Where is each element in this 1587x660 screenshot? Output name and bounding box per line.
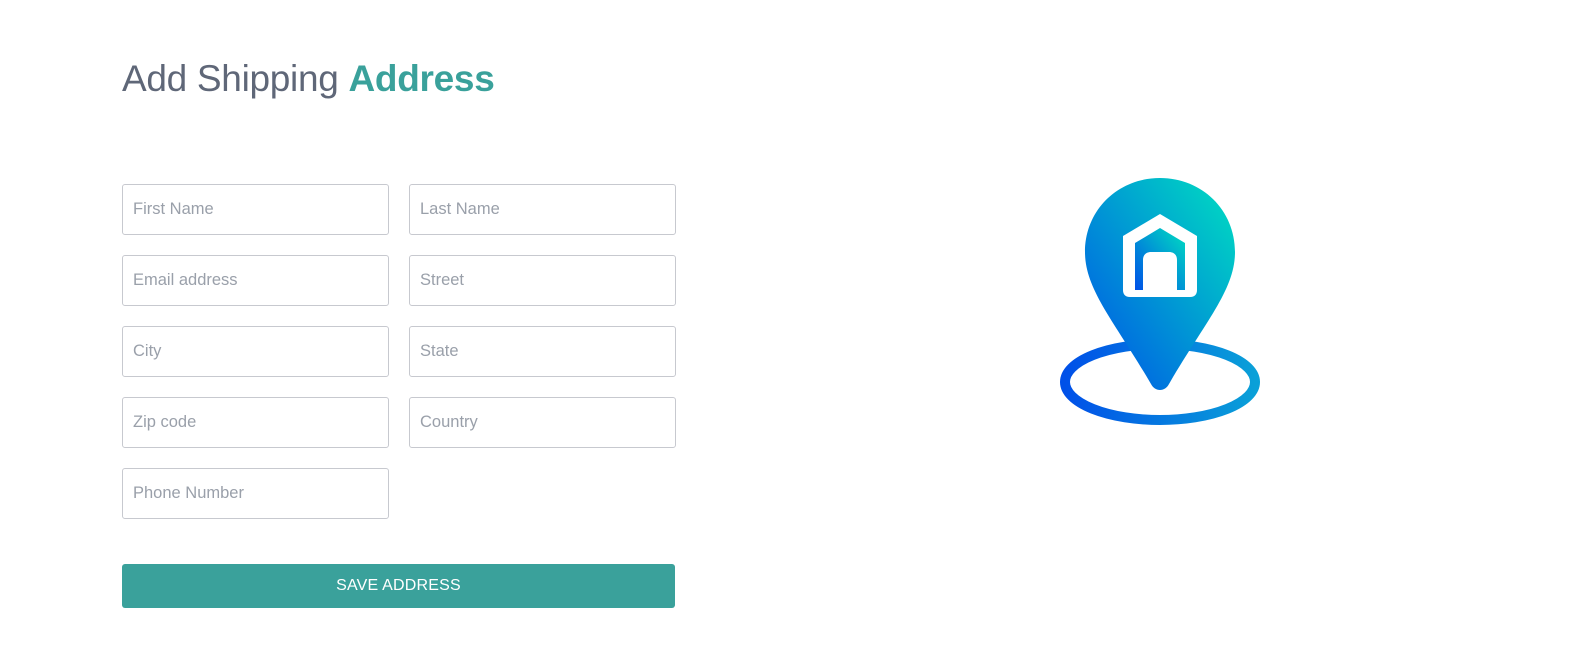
shipping-address-page: Add Shipping Address SAVE ADDRESS (0, 0, 1587, 660)
email-input[interactable] (122, 255, 389, 306)
save-address-button[interactable]: SAVE ADDRESS (122, 564, 675, 608)
form-row (122, 184, 676, 235)
location-pin-home-icon (1055, 172, 1265, 432)
country-input[interactable] (409, 397, 676, 448)
page-title-accent: Address (348, 58, 495, 99)
street-input[interactable] (409, 255, 676, 306)
last-name-input[interactable] (409, 184, 676, 235)
page-title: Add Shipping Address (122, 58, 495, 100)
form-row (122, 397, 676, 448)
phone-number-input[interactable] (122, 468, 389, 519)
shipping-address-form (122, 184, 676, 539)
form-row (122, 326, 676, 377)
zip-code-input[interactable] (122, 397, 389, 448)
first-name-input[interactable] (122, 184, 389, 235)
city-input[interactable] (122, 326, 389, 377)
form-row (122, 468, 676, 519)
page-title-prefix: Add Shipping (122, 58, 349, 99)
form-row (122, 255, 676, 306)
state-input[interactable] (409, 326, 676, 377)
